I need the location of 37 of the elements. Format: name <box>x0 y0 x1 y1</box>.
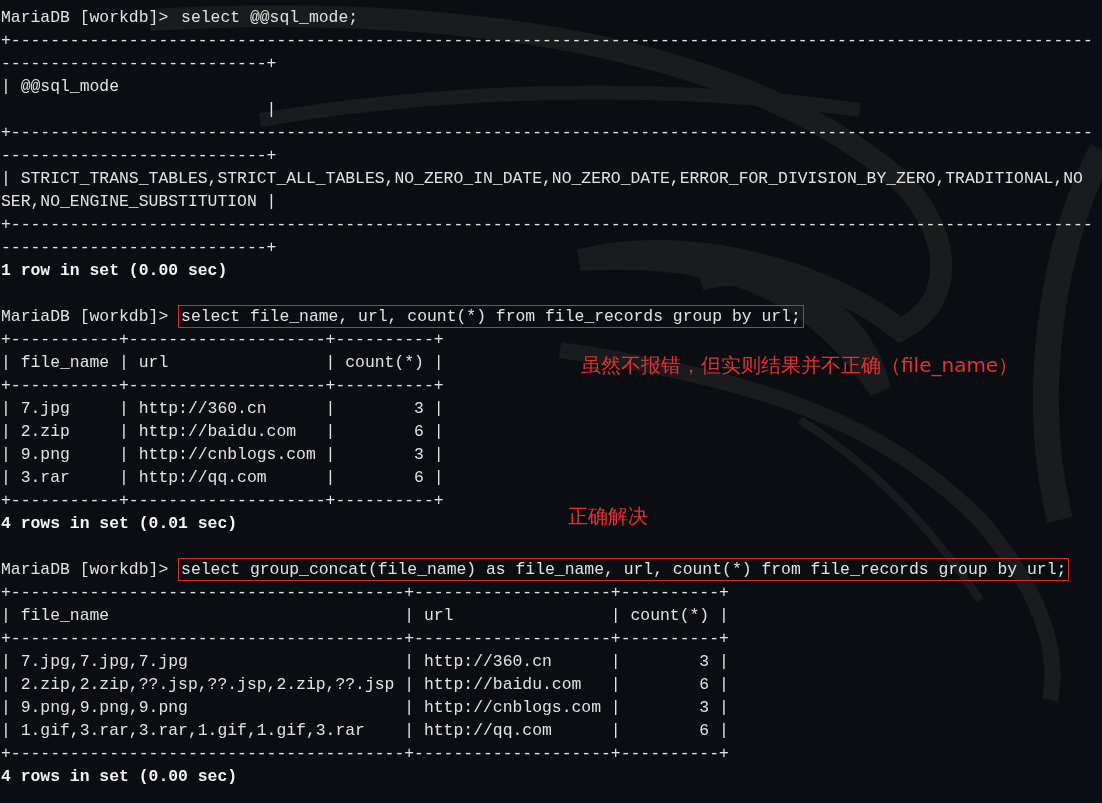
table-border-line: +-----------+--------------------+----------+ <box>1 330 444 349</box>
sql-command: select file_name, url, count(*) from file_records group by url; <box>178 305 804 328</box>
table-border-line: ---------------------------+ <box>1 238 277 257</box>
table-border-line: +-------------------------------------------------------------------------------------------------------------- <box>1 31 1093 50</box>
shell-prompt: MariaDB [workdb]> <box>1 8 170 27</box>
table-border-line: ---------------------------+ <box>1 54 277 73</box>
result-summary: 4 rows in set (0.00 sec) <box>1 767 238 786</box>
table-row-text: | STRICT_TRANS_TABLES,STRICT_ALL_TABLES,NO_ZERO_IN_DATE,NO_ZERO_DATE,ERROR_FOR_DIVISION_BY_ZERO,TRADITIONAL,NO <box>1 169 1083 188</box>
table-border-line: +-----------+--------------------+----------+ <box>1 491 444 510</box>
table-border-line: +-----------+--------------------+----------+ <box>1 376 444 395</box>
annotation-text: 虽然不报错，但实则结果并不正确（file_name） <box>581 353 1019 377</box>
annotation-text: 正确解决 <box>568 504 648 528</box>
table-border-line: +----------------------------------------+--------------------+----------+ <box>1 629 729 648</box>
table-row-text: | 7.jpg,7.jpg,7.jpg | http://360.cn | 3 | <box>1 652 729 671</box>
table-row-text: | 2.zip,2.zip,??.jsp,??.jsp,2.zip,??.jsp | http://baidu.com | 6 | <box>1 675 729 694</box>
table-row-text: | 2.zip | http://baidu.com | 6 | <box>1 422 444 441</box>
table-row-text: | @@sql_mode <box>1 77 120 96</box>
table-row-text: | file_name | url | count(*) | <box>1 606 729 625</box>
table-row-text: | 1.gif,3.rar,3.rar,1.gif,1.gif,3.rar | http://qq.com | 6 | <box>1 721 729 740</box>
table-border-line: +----------------------------------------+--------------------+----------+ <box>1 744 729 763</box>
table-row-text: SER,NO_ENGINE_SUBSTITUTION | <box>1 192 277 211</box>
shell-prompt: MariaDB [workdb]> <box>1 560 170 579</box>
table-row-text: | file_name | url | count(*) | <box>1 353 444 372</box>
table-border-line: +----------------------------------------+--------------------+----------+ <box>1 583 729 602</box>
table-row-text: | 3.rar | http://qq.com | 6 | <box>1 468 444 487</box>
table-border-line: ---------------------------+ <box>1 146 277 165</box>
result-summary: 4 rows in set (0.01 sec) <box>1 514 238 533</box>
table-border-line: +-------------------------------------------------------------------------------------------------------------- <box>1 215 1093 234</box>
table-border-line: +-------------------------------------------------------------------------------------------------------------- <box>1 123 1093 142</box>
shell-prompt: MariaDB [workdb]> <box>1 307 170 326</box>
table-row-text: | <box>265 100 277 119</box>
sql-command: select group_concat(file_name) as file_name, url, count(*) from file_records group by url; <box>178 558 1070 581</box>
sql-command: select @@sql_mode; <box>180 7 360 29</box>
table-row-text: | 7.jpg | http://360.cn | 3 | <box>1 399 444 418</box>
table-row-text: | 9.png,9.png,9.png | http://cnblogs.com | 3 | <box>1 698 729 717</box>
result-summary: 1 row in set (0.00 sec) <box>1 261 228 280</box>
table-row-text: | 9.png | http://cnblogs.com | 3 | <box>1 445 444 464</box>
